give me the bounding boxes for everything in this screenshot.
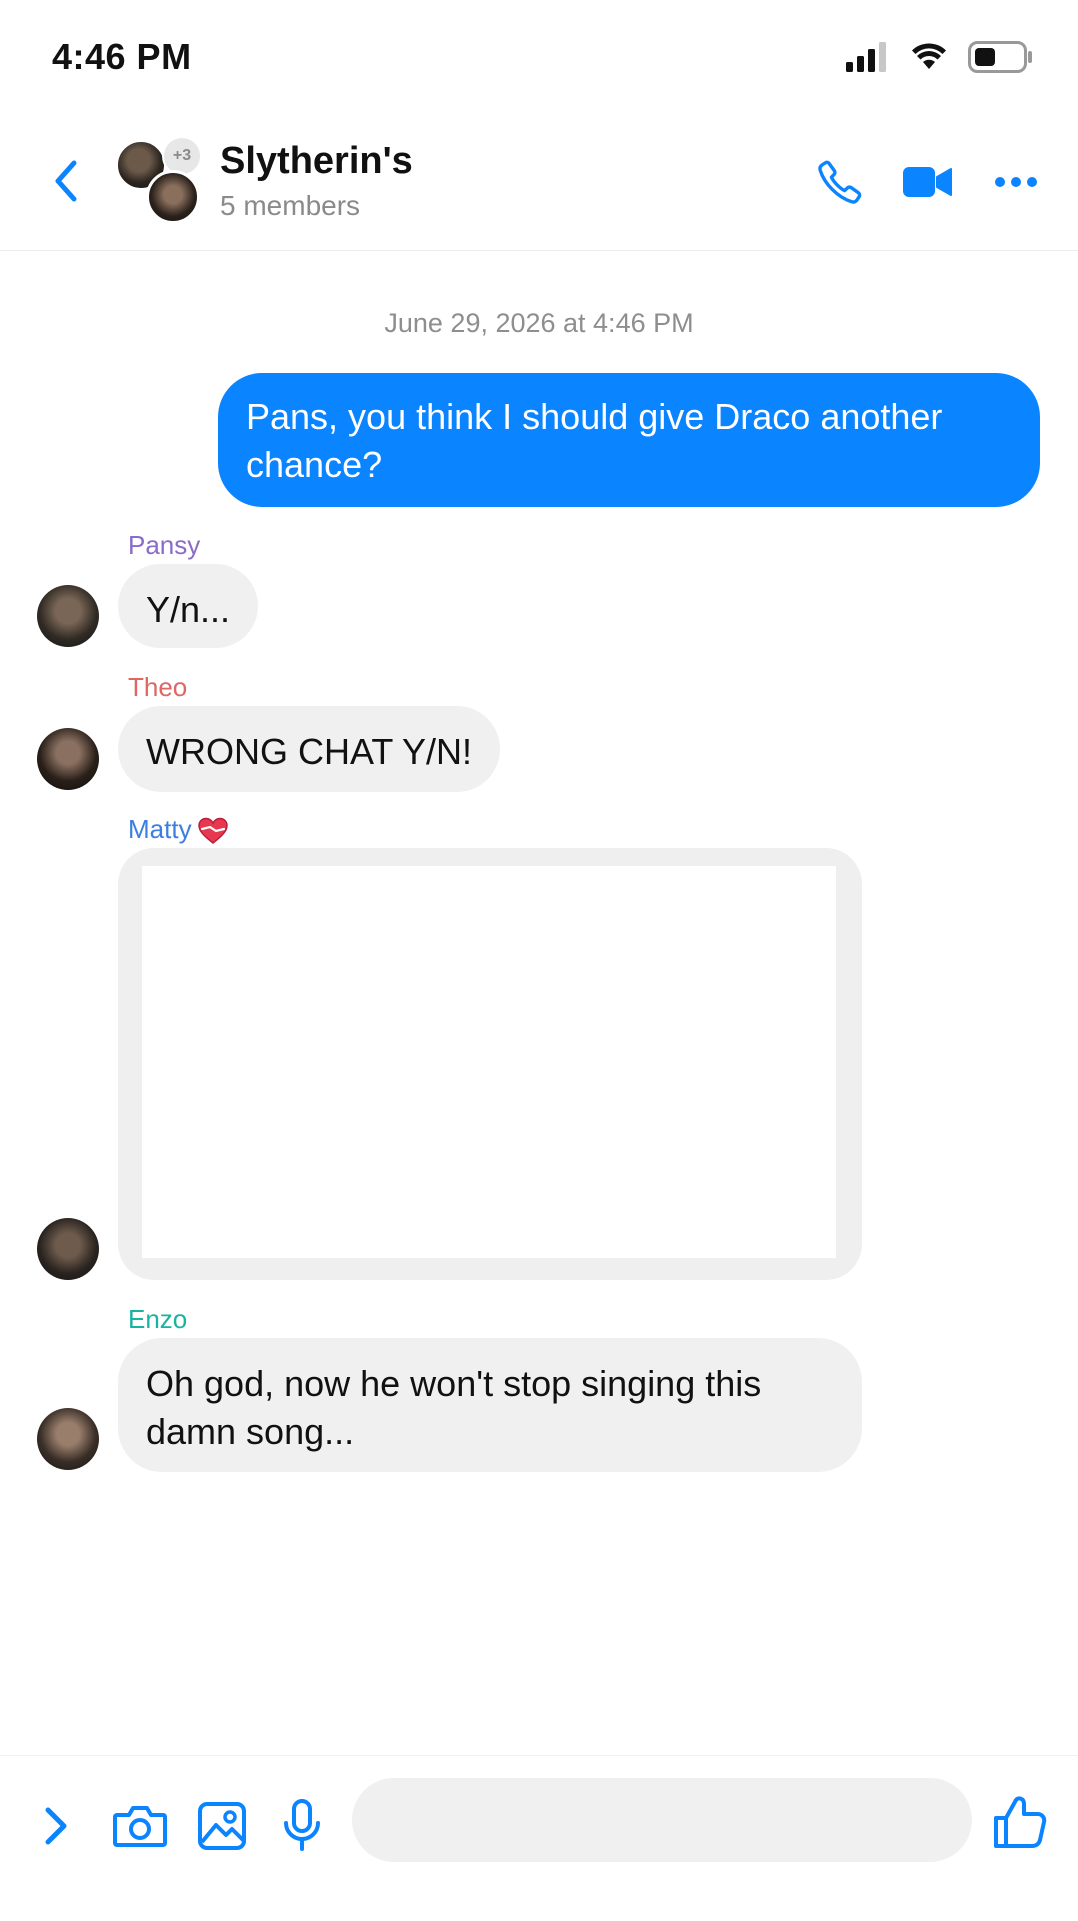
incoming-message[interactable]: Y/n...	[118, 564, 259, 648]
call-button[interactable]	[812, 154, 868, 210]
gallery-button[interactable]	[192, 1796, 252, 1856]
group-avatar[interactable]: +3	[116, 136, 206, 230]
media-preview	[142, 866, 836, 1258]
heart-emoji-icon	[197, 817, 228, 845]
video-icon	[903, 167, 952, 197]
avatar[interactable]	[37, 1218, 99, 1280]
incoming-message[interactable]: WRONG CHAT Y/N!	[118, 706, 501, 792]
like-button[interactable]	[990, 1792, 1050, 1852]
media-attachment[interactable]	[118, 848, 862, 1280]
microphone-icon	[284, 1799, 320, 1851]
camera-button[interactable]	[110, 1796, 170, 1856]
like-icon	[994, 1796, 1047, 1848]
gallery-icon	[198, 1802, 246, 1850]
back-button[interactable]	[44, 156, 88, 206]
expand-icon	[45, 1807, 67, 1845]
avatar[interactable]	[37, 585, 99, 647]
battery-icon	[968, 41, 1032, 73]
status-icons	[846, 40, 1034, 74]
chat-title[interactable]: Slytherin's	[220, 140, 413, 183]
camera-icon	[113, 1806, 167, 1847]
avatar	[146, 170, 200, 224]
phone-icon	[818, 160, 862, 204]
chat-timestamp: June 29, 2026 at 4:46 PM	[384, 308, 694, 338]
message-input[interactable]	[352, 1778, 972, 1862]
chat-subtitle: 5 members	[220, 190, 361, 221]
expand-button[interactable]	[26, 1796, 86, 1856]
wifi-icon	[912, 43, 946, 69]
incoming-message[interactable]: Oh god, now he won't stop singing this d…	[118, 1338, 862, 1472]
microphone-button[interactable]	[272, 1796, 332, 1856]
chat-header: +3 Slytherin's 5 members	[0, 110, 1078, 251]
status-bar: 4:46 PM	[0, 0, 1078, 110]
video-call-button[interactable]	[900, 154, 956, 210]
sender-name: Enzo	[128, 1304, 188, 1334]
more-options-button[interactable]	[988, 154, 1044, 210]
back-icon	[55, 160, 77, 202]
status-time: 4:46 PM	[52, 36, 192, 77]
message-composer	[0, 1755, 1078, 1921]
more-icon	[995, 177, 1037, 187]
sender-name-text: Matty	[128, 814, 192, 844]
avatar[interactable]	[37, 728, 99, 790]
sender-name: Theo	[128, 672, 188, 702]
avatar[interactable]	[37, 1408, 99, 1470]
sender-name: Pansy	[128, 530, 201, 560]
sender-name: Matty	[128, 814, 228, 845]
signal-icon	[846, 42, 886, 72]
outgoing-message[interactable]: Pans, you think I should give Draco anot…	[218, 373, 1040, 507]
